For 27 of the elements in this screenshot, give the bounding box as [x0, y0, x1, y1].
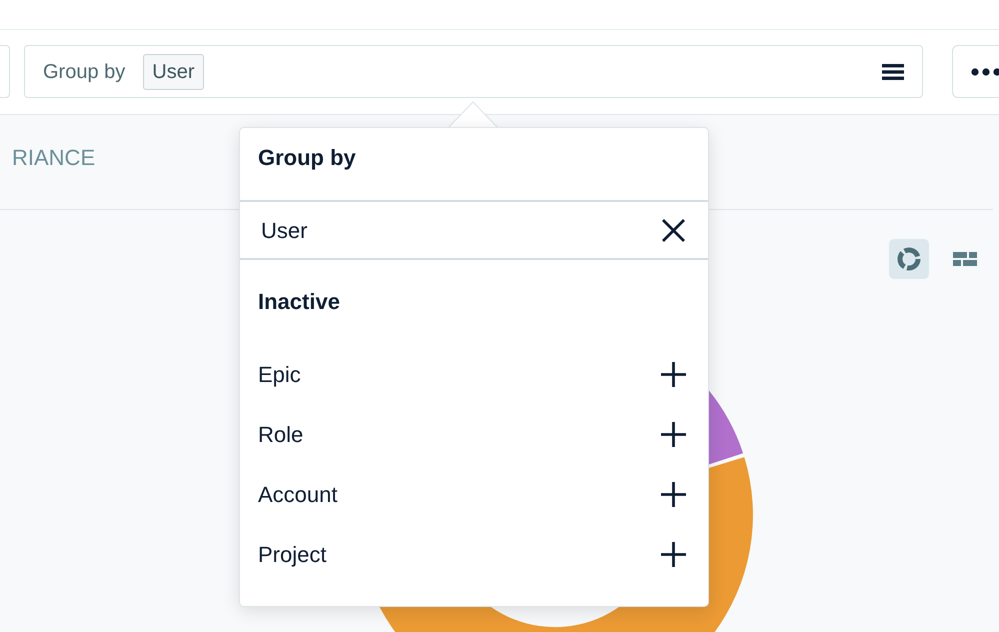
close-icon: [661, 218, 686, 242]
group-chip[interactable]: User: [143, 54, 204, 90]
remove-button[interactable]: [661, 218, 686, 242]
plus-icon: [661, 422, 686, 446]
plus-icon: [661, 362, 686, 386]
group-item-label: Account: [258, 480, 338, 508]
chart-view-button[interactable]: [889, 239, 929, 279]
add-button[interactable]: [661, 482, 686, 506]
menu-icon[interactable]: [882, 64, 904, 80]
inactive-heading: Inactive: [258, 289, 340, 315]
group-item-label: Project: [258, 540, 326, 569]
stat-label: RIANCE: [12, 146, 96, 170]
table-view-icon: [953, 252, 977, 266]
popover-title: Group by: [240, 128, 708, 202]
group-by-field[interactable]: Group by User: [24, 45, 923, 98]
donut-chart-icon: [897, 247, 921, 271]
group-by-label: Group by: [43, 60, 126, 84]
group-item-label: User: [261, 216, 308, 244]
add-button[interactable]: [661, 542, 686, 566]
group-item-label: Role: [258, 420, 304, 448]
add-button[interactable]: [661, 422, 686, 446]
plus-icon: [661, 482, 686, 506]
more-icon[interactable]: [971, 68, 999, 76]
group-item-label: Epic: [258, 360, 301, 389]
active-group-item[interactable]: User: [240, 202, 708, 260]
add-button[interactable]: [661, 362, 686, 386]
plus-icon: [661, 542, 686, 566]
